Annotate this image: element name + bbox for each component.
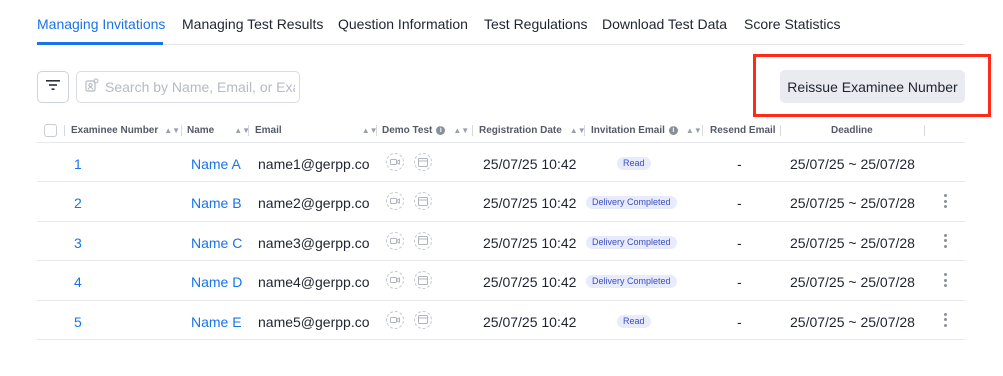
column-divider bbox=[181, 125, 182, 136]
tab-test-regulations[interactable]: Test Regulations bbox=[484, 16, 588, 32]
deadline-value: 25/07/25 ~ 25/07/28 bbox=[790, 274, 915, 291]
column-divider bbox=[780, 125, 781, 136]
column-header-demo-test[interactable]: Demo Test i ▲▼ bbox=[382, 125, 469, 136]
search-person-icon bbox=[85, 77, 99, 97]
examinee-name-link[interactable]: Name A bbox=[191, 156, 241, 172]
video-icon[interactable] bbox=[386, 310, 404, 329]
info-icon: i bbox=[436, 126, 446, 135]
tab-score-statistics[interactable]: Score Statistics bbox=[744, 16, 840, 32]
table-row: 1 Name A name1@gerpp.co 25/07/25 10:42 R… bbox=[37, 143, 965, 183]
column-divider bbox=[472, 125, 473, 136]
column-divider bbox=[376, 125, 377, 136]
select-all-checkbox[interactable] bbox=[44, 124, 57, 137]
examinee-email: name2@gerpp.co bbox=[258, 195, 370, 212]
table-row: 4 Name D name4@gerpp.co 25/07/25 10:42 D… bbox=[37, 261, 965, 301]
resend-email-value: - bbox=[737, 195, 742, 212]
sort-icon: ▲▼ bbox=[685, 126, 702, 135]
tab-managing-test-results[interactable]: Managing Test Results bbox=[182, 16, 323, 32]
browser-window-icon[interactable] bbox=[414, 153, 432, 171]
resend-email-value: - bbox=[737, 274, 742, 291]
status-badge: Delivery Completed bbox=[586, 275, 677, 289]
deadline-value: 25/07/25 ~ 25/07/28 bbox=[790, 195, 915, 212]
tab-bar: Managing Invitations Managing Test Resul… bbox=[37, 0, 965, 45]
column-header-email[interactable]: Email ▲▼ bbox=[255, 125, 378, 136]
column-divider bbox=[702, 125, 703, 136]
table-header: Examinee Number ▲▼ Name ▲▼ Email ▲▼ Demo Te… bbox=[37, 119, 965, 143]
examinee-name-link[interactable]: Name C bbox=[191, 235, 242, 251]
sort-icon: ▲▼ bbox=[164, 126, 181, 135]
row-more-options-icon[interactable] bbox=[942, 194, 948, 209]
column-divider bbox=[248, 125, 249, 136]
video-icon[interactable] bbox=[386, 192, 404, 211]
column-header-invitation-email[interactable]: Invitation Email i ▲▼ bbox=[591, 125, 702, 136]
resend-email-value: - bbox=[737, 234, 742, 251]
deadline-value: 25/07/25 ~ 25/07/28 bbox=[790, 313, 915, 330]
tab-managing-invitations[interactable]: Managing Invitations bbox=[37, 16, 165, 32]
active-tab-indicator bbox=[37, 42, 163, 45]
row-more-options-icon[interactable] bbox=[942, 312, 948, 327]
resend-email-value: - bbox=[737, 156, 742, 172]
tab-question-information[interactable]: Question Information bbox=[338, 16, 468, 32]
registration-date: 25/07/25 10:42 bbox=[483, 195, 577, 212]
table-row: 3 Name C name3@gerpp.co 25/07/25 10:42 D… bbox=[37, 222, 965, 262]
examinee-email: name4@gerpp.co bbox=[258, 274, 370, 291]
status-badge: Read bbox=[617, 157, 651, 170]
examinee-email: name5@gerpp.co bbox=[258, 313, 370, 330]
video-icon[interactable] bbox=[386, 271, 404, 290]
browser-window-icon[interactable] bbox=[414, 231, 432, 250]
column-divider bbox=[924, 125, 925, 136]
table-row: 5 Name E name5@gerpp.co 25/07/25 10:42 R… bbox=[37, 301, 965, 340]
examinee-name-link[interactable]: Name B bbox=[191, 195, 242, 211]
status-badge: Delivery Completed bbox=[586, 235, 677, 249]
browser-window-icon[interactable] bbox=[414, 310, 432, 329]
registration-date: 25/07/25 10:42 bbox=[483, 156, 577, 172]
examinee-number-link[interactable]: 1 bbox=[74, 156, 82, 172]
reissue-examinee-number-button[interactable]: Reissue Examinee Number bbox=[780, 70, 965, 103]
column-divider bbox=[64, 125, 65, 136]
filter-icon bbox=[46, 78, 60, 96]
search-box bbox=[76, 71, 300, 103]
examinee-name-link[interactable]: Name E bbox=[191, 314, 242, 330]
row-more-options-icon[interactable] bbox=[942, 233, 948, 248]
tab-download-test-data[interactable]: Download Test Data bbox=[602, 16, 727, 32]
status-badge: Read bbox=[617, 314, 651, 328]
examinee-email: name3@gerpp.co bbox=[258, 234, 370, 251]
invitations-table: Examinee Number ▲▼ Name ▲▼ Email ▲▼ Demo Te… bbox=[37, 119, 965, 340]
examinee-number-link[interactable]: 5 bbox=[74, 314, 82, 330]
column-header-name[interactable]: Name ▲▼ bbox=[187, 125, 250, 136]
column-header-resend-email: Resend Email bbox=[710, 125, 776, 136]
deadline-value: 25/07/25 ~ 25/07/28 bbox=[790, 156, 915, 172]
row-more-options-icon[interactable] bbox=[942, 273, 948, 288]
examinee-number-link[interactable]: 4 bbox=[74, 274, 82, 290]
browser-window-icon[interactable] bbox=[414, 192, 432, 211]
examinee-name-link[interactable]: Name D bbox=[191, 274, 242, 290]
info-icon: i bbox=[668, 126, 678, 135]
table-row: 2 Name B name2@gerpp.co 25/07/25 10:42 D… bbox=[37, 182, 965, 222]
column-header-deadline: Deadline bbox=[831, 125, 873, 136]
browser-window-icon[interactable] bbox=[414, 271, 432, 290]
registration-date: 25/07/25 10:42 bbox=[483, 234, 577, 251]
column-divider bbox=[584, 125, 585, 136]
column-header-examinee-number[interactable]: Examinee Number ▲▼ bbox=[71, 125, 180, 136]
examinee-number-link[interactable]: 3 bbox=[74, 235, 82, 251]
registration-date: 25/07/25 10:42 bbox=[483, 313, 577, 330]
examinee-number-link[interactable]: 2 bbox=[74, 195, 82, 211]
search-input[interactable] bbox=[105, 79, 295, 95]
video-icon[interactable] bbox=[386, 231, 404, 250]
video-icon[interactable] bbox=[386, 153, 404, 171]
status-badge: Delivery Completed bbox=[586, 196, 677, 210]
resend-email-value: - bbox=[737, 313, 742, 330]
sort-icon: ▲▼ bbox=[453, 126, 470, 135]
filter-button[interactable] bbox=[37, 71, 69, 103]
registration-date: 25/07/25 10:42 bbox=[483, 274, 577, 291]
deadline-value: 25/07/25 ~ 25/07/28 bbox=[790, 234, 915, 251]
examinee-email: name1@gerpp.co bbox=[258, 156, 370, 172]
column-header-registration-date[interactable]: Registration Date ▲▼ bbox=[479, 125, 586, 136]
